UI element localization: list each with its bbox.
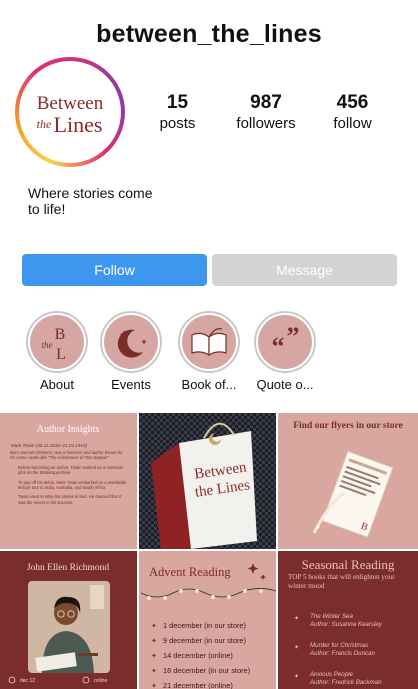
post-title: Seasonal Reading — [302, 557, 395, 572]
highlight-label: Quote o... — [256, 377, 314, 392]
highlight-quote-of[interactable]: “ ” Quote o... — [245, 311, 325, 392]
svg-text:✦: ✦ — [151, 667, 157, 675]
string-lights — [140, 588, 276, 598]
post-title: Advent Reading — [149, 565, 231, 579]
svg-text:✦: ✦ — [294, 673, 299, 680]
highlight-label: Events — [111, 377, 151, 392]
sparkle-icon — [247, 563, 259, 574]
logo-word-between: Between — [37, 93, 104, 114]
stat-followers[interactable]: 987 followers — [228, 92, 304, 132]
message-button[interactable]: Message — [212, 254, 397, 286]
advent-item: 21 december (online) — [163, 681, 233, 689]
calendar-icon — [8, 676, 16, 684]
post-seasonal-reading[interactable]: Seasonal Reading TOP 5 books that will e… — [278, 551, 418, 689]
post-flyers[interactable]: Find our flyers in our store B — [278, 413, 418, 549]
logo-word-lines: Lines — [54, 112, 103, 137]
advent-item: 9 december (in our store) — [163, 636, 246, 645]
advent-item: 1 december (in our store) — [163, 621, 246, 630]
event-date: dec 12 — [20, 678, 35, 684]
book-title: Anxious People — [309, 671, 354, 678]
post-grid: Author Insights Mark Twain (30.11.1835–2… — [0, 413, 418, 689]
svg-text:B: B — [55, 326, 66, 343]
logo-word-the: the — [37, 117, 52, 131]
flyer-image: B — [321, 450, 394, 538]
bullet-item: Before becoming an author, Twain worked … — [18, 464, 123, 476]
highlight-about[interactable]: B the L About — [17, 311, 97, 392]
globe-icon — [82, 676, 90, 684]
book-title: Murder for Christmas — [310, 642, 368, 649]
svg-text:✦: ✦ — [151, 622, 157, 630]
advent-item: 16 december (in our store) — [163, 666, 250, 675]
between-the-lines-logo: Between the Lines — [24, 66, 116, 158]
quote-marks-icon: “ ” — [272, 322, 300, 361]
posts-label: posts — [159, 115, 196, 132]
post-shopping-bag[interactable]: Between the Lines — [139, 413, 276, 549]
highlight-label: About — [40, 377, 74, 392]
post-advent-reading[interactable]: Advent Reading ✦ 1 december (in our stor… — [139, 551, 276, 689]
book-author: Author: Fredrick Backman — [309, 679, 382, 686]
svg-text:“: “ — [272, 332, 285, 361]
followers-label: followers — [236, 115, 296, 132]
profile-avatar[interactable]: Between the Lines — [15, 57, 125, 167]
book-author: Author: Susanna Kearsley — [309, 621, 383, 628]
open-book-icon — [191, 328, 227, 357]
svg-text:✦: ✦ — [151, 682, 157, 689]
stat-posts[interactable]: 15 posts — [150, 92, 205, 132]
book-author: Author: Francis Duncan — [309, 650, 376, 657]
posts-count: 15 — [166, 92, 189, 113]
svg-text:✦: ✦ — [151, 637, 157, 645]
post-john-ellen-richmond[interactable]: John Ellen Richmond dec 12 online — [0, 551, 137, 689]
svg-text:”: ” — [287, 322, 300, 351]
event-mode: online — [94, 678, 108, 684]
svg-text:✦: ✦ — [151, 652, 157, 660]
author-illustration — [28, 581, 110, 673]
following-label: follow — [333, 115, 372, 132]
bullet-item: Twain used to write his stories in bed. … — [18, 494, 122, 505]
followers-count: 987 — [250, 92, 282, 113]
btl-monogram-icon: B the L — [42, 326, 66, 363]
bullet-item: To pay off his debts, Mark Twain embarke… — [18, 479, 127, 491]
post-title: John Ellen Richmond — [27, 563, 110, 573]
book-title: The Winter Sea — [310, 613, 353, 620]
svg-text:L: L — [56, 346, 66, 363]
post-author-insights[interactable]: Author Insights Mark Twain (30.11.1835–2… — [0, 413, 137, 549]
highlight-label: Book of... — [181, 377, 237, 392]
svg-text:the: the — [42, 340, 53, 350]
moon-stars-icon — [117, 329, 147, 358]
profile-username: between_the_lines — [96, 20, 322, 48]
follow-button[interactable]: Follow — [22, 254, 207, 286]
post-text: Born Samuel Clemens; was a humorist and … — [10, 450, 123, 461]
post-subtitle: TOP 5 books that will enlighten your win… — [288, 573, 395, 590]
profile-bio: Where stories come to life! — [28, 185, 153, 217]
stat-following[interactable]: 456 follow — [325, 92, 380, 132]
following-count: 456 — [336, 92, 369, 113]
post-title: Find our flyers in our store — [293, 421, 403, 431]
svg-text:✦: ✦ — [294, 644, 299, 651]
post-text: Mark Twain (30.11.1835–21.04.1910) — [11, 443, 87, 448]
post-title: Author Insights — [37, 424, 100, 435]
highlight-events[interactable]: Events — [91, 311, 171, 392]
advent-item: 14 december (online) — [163, 651, 233, 660]
svg-text:✦: ✦ — [294, 615, 299, 622]
highlight-book-of[interactable]: Book of... — [169, 311, 249, 392]
